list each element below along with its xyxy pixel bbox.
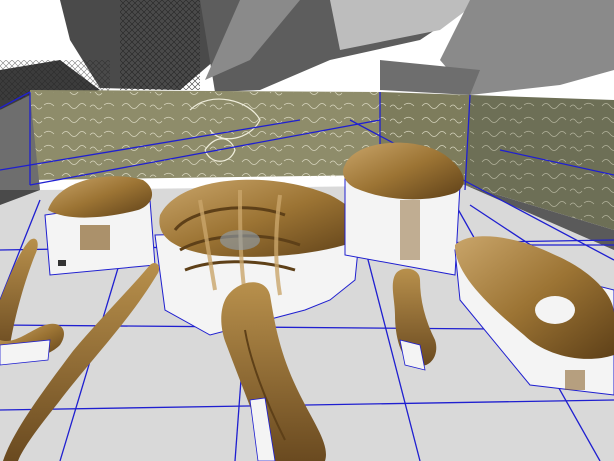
vertebra-block-top-right[interactable] [343, 142, 464, 276]
3d-viewport[interactable] [0, 0, 614, 461]
scene-canvas[interactable] [0, 0, 614, 461]
